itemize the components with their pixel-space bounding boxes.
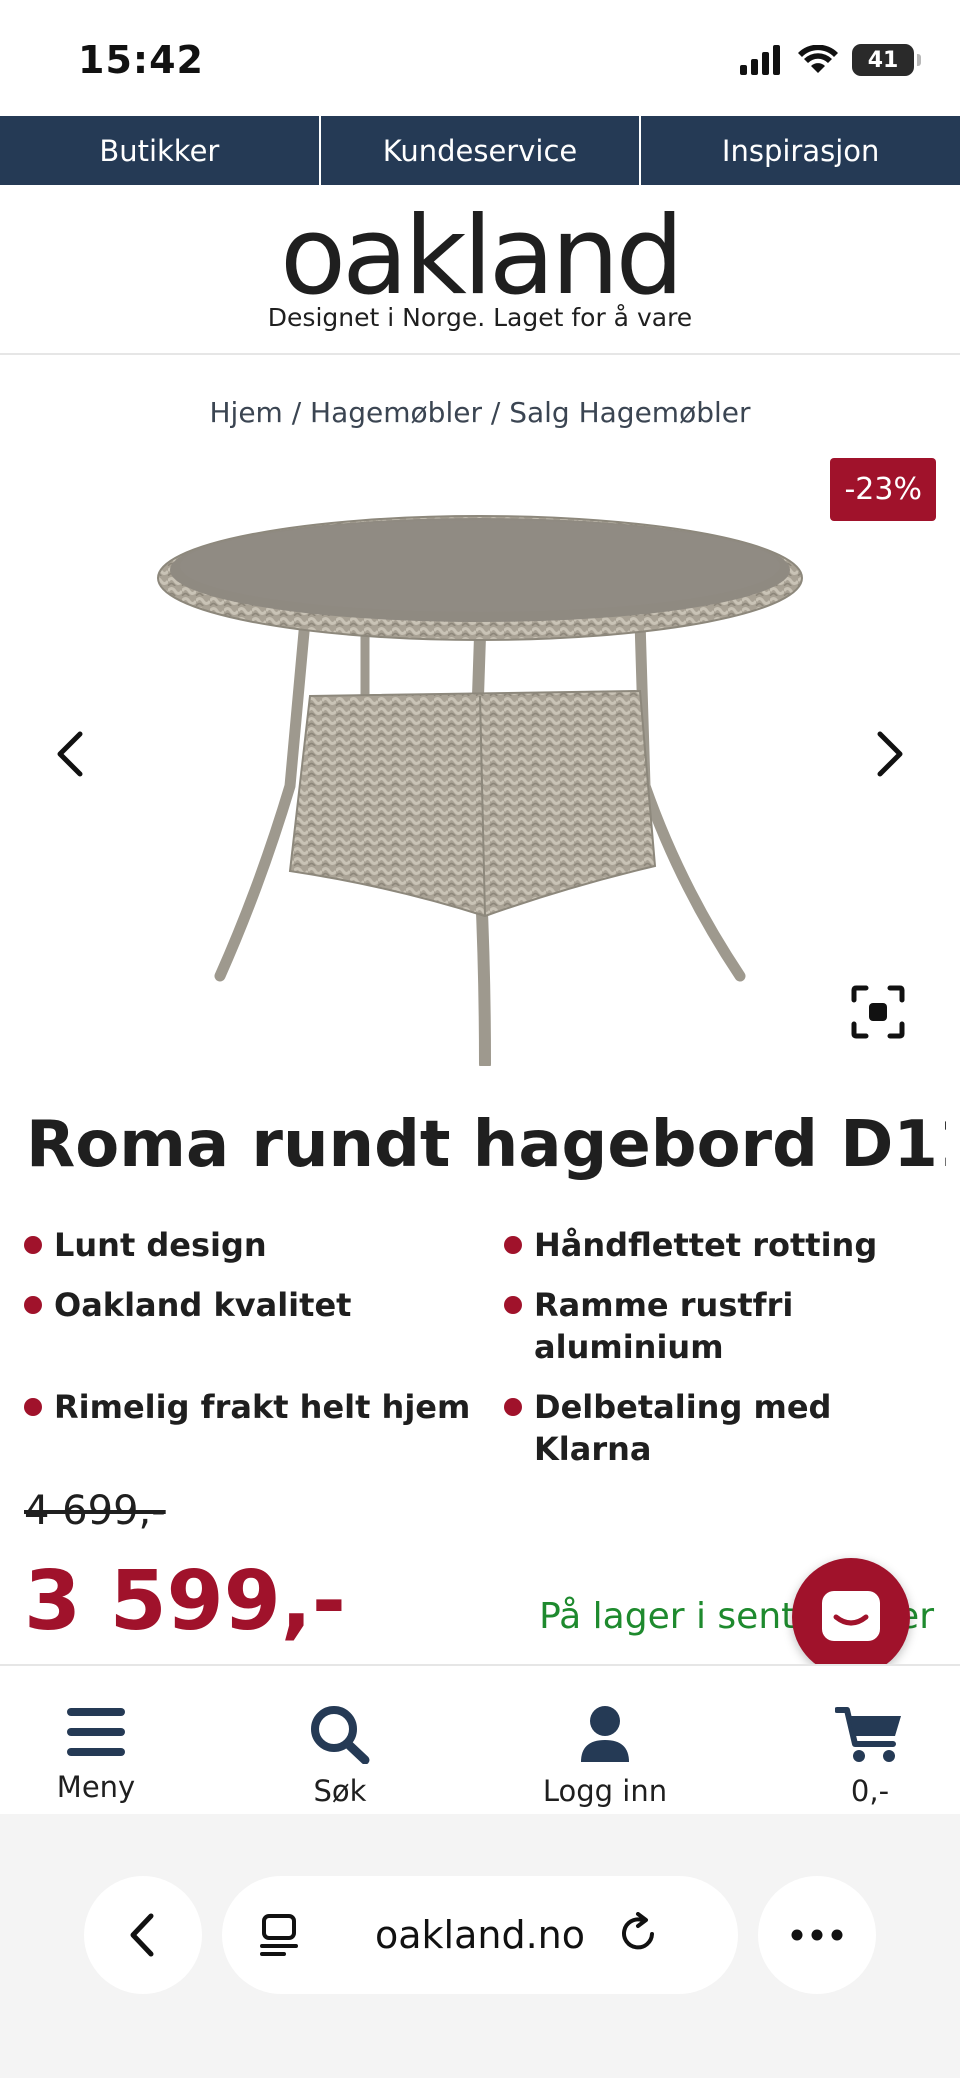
old-price: 4 699,- <box>24 1488 166 1534</box>
bullet-icon <box>504 1236 522 1254</box>
cart-icon <box>835 1707 901 1762</box>
product-gallery[interactable]: -23% <box>0 456 960 1066</box>
chat-button[interactable] <box>792 1558 910 1676</box>
login-button[interactable]: Logg inn <box>540 1704 670 1808</box>
status-icons: 41 <box>740 40 921 80</box>
user-icon <box>581 1706 629 1762</box>
chevron-right-icon[interactable] <box>858 724 918 784</box>
reload-icon[interactable] <box>618 1912 662 1958</box>
battery-level: 41 <box>867 47 899 73</box>
price: 3 599,- <box>24 1554 346 1649</box>
status-time: 15:42 <box>78 38 204 82</box>
feature-text: Lunt design <box>54 1226 267 1264</box>
bullet-icon <box>504 1296 522 1314</box>
breadcrumb[interactable]: Hjem / Hagemøbler / Salg Hagemøbler <box>0 396 960 429</box>
bottom-nav: Meny Søk Logg inn 0,- <box>0 1664 960 1814</box>
battery-icon: 41 <box>852 44 921 76</box>
feature-item: Delbetaling med Klarna <box>504 1386 944 1470</box>
menu-label: Meny <box>56 1770 136 1804</box>
brand-header: oakland Designet i Norge. Laget for å va… <box>0 185 960 355</box>
feature-text: Oakland kvalitet <box>54 1286 352 1324</box>
login-label: Logg inn <box>542 1774 668 1808</box>
feature-text: Delbetaling med Klarna <box>534 1388 832 1468</box>
back-button[interactable] <box>84 1876 202 1994</box>
feature-item: Oakland kvalitet <box>24 1284 504 1368</box>
tagline: Designet i Norge. Laget for å vare <box>267 303 693 332</box>
back-icon <box>130 1913 154 1957</box>
logo[interactable]: oakland <box>0 197 960 317</box>
feature-text: Ramme rustfri aluminium <box>534 1286 794 1366</box>
feature-text: Rimelig frakt helt hjem <box>54 1388 471 1426</box>
product-image <box>157 515 803 1066</box>
chevron-left-icon[interactable] <box>42 724 102 784</box>
top-nav: Butikker Kundeservice Inspirasjon <box>0 116 960 185</box>
more-button[interactable] <box>758 1876 876 1994</box>
feature-item: Lunt design <box>24 1224 504 1266</box>
bullet-icon <box>504 1398 522 1416</box>
feature-text: Håndflettet rotting <box>534 1226 878 1264</box>
address-bar[interactable]: oakland.no <box>222 1876 738 1994</box>
feature-list: Lunt design Håndflettet rotting Oakland … <box>24 1224 944 1470</box>
search-button[interactable]: Søk <box>290 1704 390 1808</box>
bullet-icon <box>24 1296 42 1314</box>
url-text: oakland.no <box>374 1913 585 1957</box>
product-title: Roma rundt hagebord D11... <box>26 1108 946 1182</box>
status-bar: 15:42 41 <box>0 0 960 116</box>
feature-item: Ramme rustfri aluminium <box>504 1284 944 1368</box>
search-label: Søk <box>313 1774 367 1808</box>
bullet-icon <box>24 1236 42 1254</box>
cart-total: 0,- <box>850 1774 890 1808</box>
menu-icon <box>67 1708 125 1756</box>
search-icon <box>311 1706 370 1764</box>
menu-button[interactable]: Meny <box>44 1704 148 1804</box>
wifi-icon <box>798 45 838 73</box>
discount-badge: -23% <box>830 458 936 521</box>
chat-icon <box>822 1591 880 1641</box>
signal-icon <box>740 45 780 75</box>
tab-kundeservice[interactable]: Kundeservice <box>321 116 642 185</box>
zoom-icon[interactable] <box>848 982 908 1042</box>
cart-button[interactable]: 0,- <box>830 1704 910 1808</box>
feature-item: Håndflettet rotting <box>504 1224 944 1266</box>
tab-inspirasjon[interactable]: Inspirasjon <box>641 116 960 185</box>
tabs-icon <box>260 1914 298 1956</box>
browser-bar: oakland.no <box>0 1814 960 2078</box>
more-icon <box>791 1929 843 1941</box>
tab-butikker[interactable]: Butikker <box>0 116 321 185</box>
feature-item: Rimelig frakt helt hjem <box>24 1386 504 1470</box>
bullet-icon <box>24 1398 42 1416</box>
